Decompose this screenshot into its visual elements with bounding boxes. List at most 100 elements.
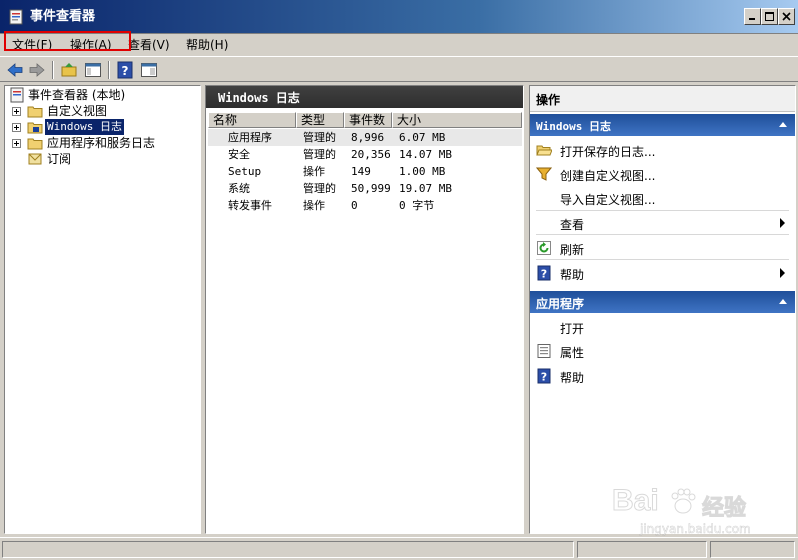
list-title-bar: Windows 日志	[206, 86, 523, 108]
properties-icon	[537, 344, 551, 358]
cell-count: 20,356	[351, 148, 391, 161]
svg-text:?: ?	[122, 64, 129, 78]
action-label: 导入自定义视图...	[560, 193, 656, 207]
action-view[interactable]: 查看	[530, 212, 795, 234]
back-icon	[7, 63, 23, 77]
folder-icon	[27, 138, 43, 150]
status-cell	[710, 541, 795, 558]
cell-name: 系统	[228, 182, 250, 195]
submenu-arrow-icon	[780, 268, 785, 278]
log-folder-icon	[27, 122, 43, 134]
action-label: 打开保存的日志...	[560, 145, 656, 159]
table-row[interactable]: Setup 操作 149 1.00 MB	[208, 163, 522, 180]
selection-highlight-box	[4, 31, 131, 51]
maximize-button[interactable]	[761, 8, 778, 25]
action-label: 查看	[560, 218, 585, 232]
close-icon	[782, 12, 791, 21]
toolbar: ?	[0, 56, 798, 82]
cell-size: 14.07 MB	[399, 148, 452, 161]
back-button[interactable]	[6, 61, 24, 79]
expand-icon[interactable]	[12, 123, 21, 132]
action-create-custom-view[interactable]: 创建自定义视图...	[530, 163, 795, 185]
action-properties[interactable]: 属性	[530, 340, 795, 362]
cell-type: 操作	[303, 199, 325, 212]
cell-name: 转发事件	[228, 199, 272, 212]
collapse-icon[interactable]	[779, 299, 787, 304]
event-viewer-icon	[9, 9, 23, 25]
watermark-brand: Bai	[612, 484, 660, 518]
column-header-name[interactable]: 名称	[208, 112, 296, 128]
column-header-count[interactable]: 事件数	[344, 112, 392, 128]
actions-title-bar: 操作	[530, 86, 795, 112]
actions-section-application[interactable]: 应用程序	[530, 291, 795, 313]
collapse-icon[interactable]	[779, 122, 787, 127]
action-open-saved-log[interactable]: 打开保存的日志...	[530, 139, 795, 161]
cell-count: 0	[351, 199, 358, 212]
help-button[interactable]: ?	[116, 61, 134, 79]
table-row[interactable]: 应用程序 管理的 8,996 6.07 MB	[208, 129, 522, 146]
toolbar-separator	[52, 61, 54, 79]
forward-button[interactable]	[28, 61, 46, 79]
action-import-custom-view[interactable]: 导入自定义视图...	[530, 187, 795, 209]
actions-section-windows-logs[interactable]: Windows 日志	[530, 114, 795, 136]
help-icon: ?	[117, 61, 133, 79]
actions-pane: 操作 Windows 日志 打开保存的日志... 创建自定义视图... 导入自定…	[529, 85, 796, 534]
tree-item-label: 订阅	[47, 152, 72, 166]
svg-text:?: ?	[541, 371, 547, 384]
subscription-icon	[28, 153, 42, 165]
event-viewer-icon	[10, 87, 24, 103]
open-folder-icon	[536, 145, 552, 156]
cell-count: 50,999	[351, 182, 391, 195]
refresh-icon	[537, 241, 551, 255]
action-help[interactable]: ? 帮助	[530, 262, 795, 284]
submenu-arrow-icon	[780, 218, 785, 228]
show-tree-button[interactable]	[84, 61, 102, 79]
action-label: 创建自定义视图...	[560, 169, 656, 183]
close-button[interactable]	[778, 8, 795, 25]
cell-count: 149	[351, 165, 371, 178]
filter-icon	[536, 167, 552, 181]
show-action-pane-icon	[141, 63, 157, 77]
forward-icon	[29, 63, 45, 77]
cell-size: 6.07 MB	[399, 131, 446, 144]
action-refresh[interactable]: 刷新	[530, 237, 795, 259]
action-label: 帮助	[560, 371, 585, 385]
action-label: 打开	[560, 322, 585, 336]
cell-type: 管理的	[303, 148, 336, 161]
divider	[536, 210, 789, 211]
show-tree-icon	[85, 63, 101, 77]
menu-help[interactable]: 帮助(H)	[186, 37, 228, 53]
tree-item-label: Windows 日志	[45, 119, 124, 135]
table-row[interactable]: 安全 管理的 20,356 14.07 MB	[208, 146, 522, 163]
status-cell	[2, 541, 574, 558]
cell-count: 8,996	[351, 131, 385, 144]
tree-item-label: 应用程序和服务日志	[47, 136, 156, 150]
column-header-size[interactable]: 大小	[392, 112, 522, 128]
expand-icon[interactable]	[12, 139, 21, 148]
action-help-application[interactable]: ? 帮助	[530, 365, 795, 387]
help-icon: ?	[537, 368, 551, 384]
cell-type: 管理的	[303, 131, 336, 144]
cell-size: 19.07 MB	[399, 182, 452, 195]
list-title: Windows 日志	[218, 91, 300, 105]
cell-type: 操作	[303, 165, 325, 178]
table-row[interactable]: 系统 管理的 50,999 19.07 MB	[208, 180, 522, 197]
action-open[interactable]: 打开	[530, 316, 795, 338]
expand-icon[interactable]	[12, 107, 21, 116]
status-cell	[577, 541, 707, 558]
baidu-watermark: Bai 经验 jingyan.baidu.com	[612, 480, 792, 540]
menu-view[interactable]: 查看(V)	[128, 37, 170, 53]
watermark-brand2: 经验	[701, 496, 747, 522]
cell-size: 0 字节	[399, 199, 435, 212]
table-row[interactable]: 转发事件 操作 0 0 字节	[208, 197, 522, 214]
window-title: 事件查看器	[30, 9, 96, 24]
show-action-pane-button[interactable]	[140, 61, 158, 79]
cell-name: 安全	[228, 148, 250, 161]
column-header-type[interactable]: 类型	[296, 112, 344, 128]
action-label: 属性	[560, 346, 585, 360]
minimize-button[interactable]	[744, 8, 761, 25]
up-folder-button[interactable]	[60, 61, 78, 79]
divider	[536, 259, 789, 260]
folder-icon	[27, 106, 43, 118]
column-headers: 名称 类型 事件数 大小	[208, 112, 522, 128]
